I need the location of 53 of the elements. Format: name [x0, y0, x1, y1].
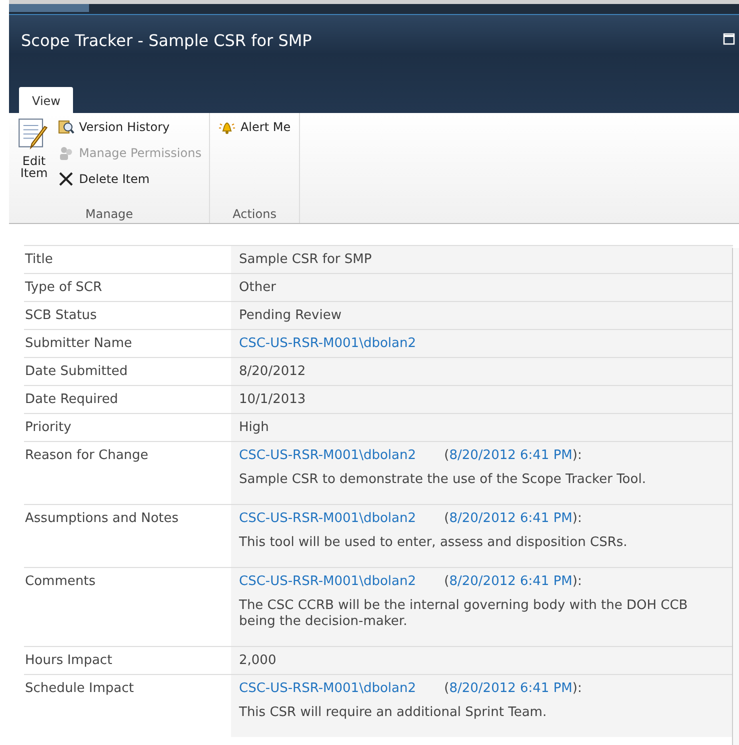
value-text: 10/1/2013 — [239, 392, 306, 407]
field-label: Type of SCR — [24, 274, 231, 302]
user-link[interactable]: CSC-US-RSR-M001\dbolan2 — [239, 336, 416, 351]
comment-text: Sample CSR to demonstrate the use of the Scope Tracker Tool. — [239, 472, 647, 488]
field-label: Hours Impact — [24, 646, 231, 674]
people-icon — [57, 145, 75, 161]
comment-text: This tool will be used to enter, assess and disposition CSRs. — [239, 535, 628, 551]
value-text: 2,000 — [239, 653, 276, 668]
timestamp-text: 8/20/2012 6:41 PM — [449, 681, 572, 696]
ribbon-command[interactable]: Version History — [57, 117, 202, 137]
user-link[interactable]: CSC-US-RSR-M001\dbolan2 — [239, 681, 416, 696]
timestamp-text: 8/20/2012 6:41 PM — [449, 574, 572, 589]
field-label: Date Submitted — [24, 358, 231, 386]
maximize-icon[interactable] — [723, 33, 735, 45]
comment-text: This CSR will require an additional Sprint Team. — [239, 705, 548, 721]
paren-text: ): — [572, 681, 582, 696]
paren-text: ( — [444, 448, 450, 463]
paren-text: ( — [444, 681, 450, 696]
field-label: Submitter Name — [24, 330, 231, 358]
field-label: Schedule Impact — [24, 674, 231, 737]
field-label: Assumptions and Notes — [24, 504, 231, 568]
group-label: Actions — [232, 207, 278, 221]
timestamp-text: 8/20/2012 6:41 PM — [449, 511, 572, 526]
edit-item-button[interactable]: Edit Item — [17, 117, 51, 189]
window-title: Scope Tracker - Sample CSR for SMP — [21, 31, 312, 50]
user-link[interactable]: CSC-US-RSR-M001\dbolan2 — [239, 448, 416, 463]
user-link[interactable]: CSC-US-RSR-M001\dbolan2 — [239, 511, 416, 526]
group-label: Manage — [84, 207, 134, 221]
value-text: High — [239, 420, 269, 435]
paren-text: ( — [444, 511, 450, 526]
field-label: Comments — [24, 568, 231, 646]
ribbon-command[interactable]: Alert Me — [218, 117, 291, 137]
paren-text: ): — [572, 574, 582, 589]
field-label: SCB Status — [24, 302, 231, 330]
scrollbar[interactable] — [732, 248, 739, 745]
comment-text: The CSC CCRB will be the internal governing body with the DOH CCB being the decision-maker. — [239, 598, 689, 630]
ribbon-tab[interactable]: View — [19, 87, 74, 113]
value-text: Sample CSR for SMP — [239, 252, 372, 267]
field-label: Date Required — [24, 386, 231, 414]
magnifier-document-icon — [57, 119, 75, 135]
ribbon-command[interactable]: Delete Item — [57, 169, 202, 189]
field-label: Priority — [24, 414, 231, 442]
field-label: Reason for Change — [24, 442, 231, 504]
value-text: Pending Review — [239, 308, 342, 323]
paren-text: ( — [444, 574, 450, 589]
field-label: Title — [24, 246, 231, 274]
value-text: Other — [239, 280, 276, 295]
user-link[interactable]: CSC-US-RSR-M001\dbolan2 — [239, 574, 416, 589]
timestamp-text: 8/20/2012 6:41 PM — [449, 448, 572, 463]
paren-text: ): — [572, 511, 582, 526]
delete-icon — [57, 171, 75, 187]
paren-text: ): — [572, 448, 582, 463]
value-text: 8/20/2012 — [239, 364, 306, 379]
